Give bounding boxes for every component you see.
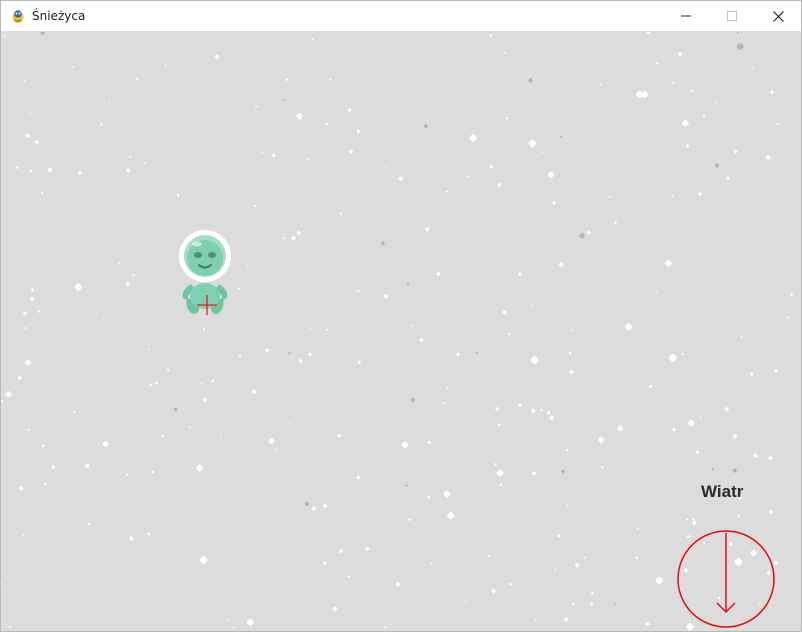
- maximize-icon: [727, 11, 737, 21]
- minimize-button[interactable]: [663, 1, 709, 31]
- game-canvas[interactable]: [1, 32, 801, 631]
- pygame-snake-icon: [12, 10, 24, 23]
- wind-label: Wiatr: [701, 482, 744, 501]
- title-bar[interactable]: Śnieżyca: [1, 1, 801, 31]
- close-button[interactable]: [755, 1, 801, 31]
- game-window: Śnieżyca Wiatr: [0, 0, 802, 632]
- player-alien: [179, 230, 231, 314]
- maximize-button[interactable]: [709, 1, 755, 31]
- canvas-background: [1, 32, 801, 631]
- close-icon: [772, 10, 784, 22]
- window-title: Śnieżyca: [32, 9, 86, 23]
- minimize-icon: [681, 15, 691, 17]
